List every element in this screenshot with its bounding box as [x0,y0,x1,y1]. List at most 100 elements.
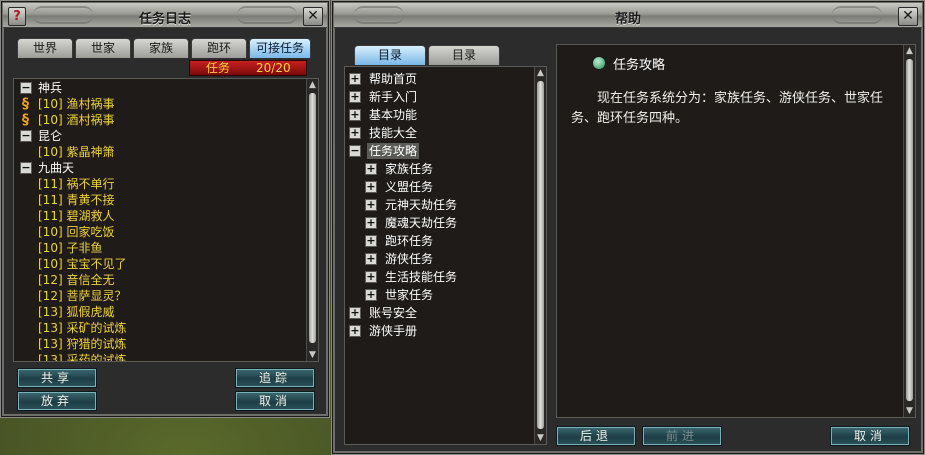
topic-bullet-icon [593,57,605,69]
quest-list: − 神兵 § [10] 渔村祸事 § [10] 酒村祸事 − 昆仑 [10] 紫晶神箫 − 九曲天[… [13,78,319,362]
quest-item[interactable]: [10] 宝宝不见了 [14,256,304,272]
quest-category[interactable]: − 九曲天 [14,160,304,176]
quest-category[interactable]: − 神兵 [14,80,304,96]
collapse-icon[interactable]: − [20,162,32,174]
help-window: 帮助 ✕ 目录 目录 + 帮助首页 + 新手入门 + 基本功能 + 技能大全 − 任务攻略 + 家族任… [331,0,925,455]
row-label: [13] 狐假虎威 [38,305,115,319]
quest-item[interactable]: [10] 回家吃饭 [14,224,304,240]
quest-item[interactable]: [11] 青黄不接 [14,192,304,208]
expand-icon[interactable]: + [349,109,361,121]
expand-icon[interactable]: + [349,325,361,337]
topic-label: 基本功能 [369,108,418,122]
expand-icon[interactable]: + [365,289,377,301]
abandon-button[interactable]: 放弃 [17,391,97,411]
quest-item[interactable]: [12] 菩萨显灵？ [14,288,304,304]
quest-category[interactable]: − 昆仑 [14,128,304,144]
scroll-down-icon[interactable]: ▼ [904,405,915,417]
expand-icon[interactable]: + [365,199,377,211]
tab-contents-alt[interactable]: 目录 [428,45,500,65]
help-topic[interactable]: − 任务攻略 [345,143,533,159]
task-log-close-icon[interactable]: ✕ [303,7,323,26]
quest-list-scrollbar[interactable]: ▲ ▼ [306,79,318,361]
help-subtopic[interactable]: + 义盟任务 [345,179,533,195]
expand-icon[interactable]: + [349,307,361,319]
topic-label: 世家任务 [385,288,434,302]
tab-world[interactable]: 世界 [17,38,73,58]
expand-icon[interactable]: + [365,253,377,265]
quest-item[interactable]: [13] 狩猎的试炼 [14,336,304,352]
forward-button[interactable]: 前进 [642,426,722,446]
scroll-down-icon[interactable]: ▼ [307,349,318,361]
tab-family[interactable]: 家族 [133,38,189,58]
help-topic[interactable]: + 账号安全 [345,305,533,321]
help-content-pane: 任务攻略 现在任务系统分为：家族任务、游侠任务、世家任务、跑环任务四种。 ▲ ▼ [556,44,916,418]
row-label: [13] 采药的试炼 [38,353,127,362]
tab-available-quests[interactable]: 可接任务 [249,38,311,58]
scroll-down-icon[interactable]: ▼ [535,432,546,444]
quest-item[interactable]: [13] 狐假虎威 [14,304,304,320]
scroll-thumb[interactable] [537,81,544,429]
topic-label: 新手入门 [369,90,418,104]
scroll-thumb[interactable] [309,93,316,343]
scroll-up-icon[interactable]: ▲ [307,79,318,91]
scroll-thumb[interactable] [906,59,913,401]
quest-item[interactable]: § [10] 酒村祸事 [14,112,304,128]
tab-ring[interactable]: 跑环 [191,38,247,58]
collapse-icon[interactable]: − [20,130,32,142]
content-scrollbar[interactable]: ▲ ▼ [903,45,915,417]
help-subtopic[interactable]: + 游侠任务 [345,251,533,267]
help-close-icon[interactable]: ✕ [898,7,918,26]
cancel-button[interactable]: 取消 [235,391,315,411]
expand-icon[interactable]: + [365,217,377,229]
tab-contents[interactable]: 目录 [354,45,426,65]
task-log-titlebar[interactable]: ? 任务日志 ✕ [3,3,327,28]
scroll-up-icon[interactable]: ▲ [535,67,546,79]
content-heading: 任务攻略 [613,58,666,73]
expand-icon[interactable]: + [349,91,361,103]
quest-counter-value: 20/20 [256,61,291,75]
quest-item[interactable]: [13] 采药的试炼 [14,352,304,362]
task-log-tabs: 世界 世家 家族 跑环 可接任务 [17,38,311,58]
topic-label: 家族任务 [385,162,434,176]
collapse-icon[interactable]: − [349,145,361,157]
tab-family-clan[interactable]: 世家 [75,38,131,58]
back-button[interactable]: 后退 [556,426,636,446]
help-subtopic[interactable]: + 生活技能任务 [345,269,533,285]
quest-counter-label: 任务 [206,61,231,75]
help-topic[interactable]: + 技能大全 [345,125,533,141]
help-topic[interactable]: + 基本功能 [345,107,533,123]
help-subtopic[interactable]: + 元神天劫任务 [345,197,533,213]
quest-item[interactable]: § [10] 渔村祸事 [14,96,304,112]
help-topic[interactable]: + 帮助首页 [345,71,533,87]
help-subtopic[interactable]: + 跑环任务 [345,233,533,249]
topic-tree-scrollbar[interactable]: ▲ ▼ [534,67,546,444]
topic-label: 帮助首页 [369,72,418,86]
row-label: [10] 回家吃饭 [38,225,115,239]
expand-icon[interactable]: + [365,181,377,193]
quest-item[interactable]: [13] 采矿的试炼 [14,320,304,336]
help-subtopic[interactable]: + 世家任务 [345,287,533,303]
quest-item[interactable]: [11] 碧湖救人 [14,208,304,224]
row-label: [10] 子非鱼 [38,241,103,255]
help-subtopic[interactable]: + 家族任务 [345,161,533,177]
help-topic[interactable]: + 新手入门 [345,89,533,105]
expand-icon[interactable]: + [349,73,361,85]
task-log-window: ? 任务日志 ✕ 世界 世家 家族 跑环 可接任务 任务 20/20 − 神兵 §[… [0,0,330,418]
collapse-icon[interactable]: − [20,82,32,94]
expand-icon[interactable]: + [349,127,361,139]
help-titlebar[interactable]: 帮助 ✕ [334,3,922,28]
quest-item[interactable]: [12] 音信全无 [14,272,304,288]
topic-label: 魔魂天劫任务 [385,216,458,230]
quest-item[interactable]: [10] 子非鱼 [14,240,304,256]
quest-item[interactable]: [10] 紫晶神箫 [14,144,304,160]
help-cancel-button[interactable]: 取消 [830,426,910,446]
help-topic[interactable]: + 游侠手册 [345,323,533,339]
help-subtopic[interactable]: + 魔魂天劫任务 [345,215,533,231]
expand-icon[interactable]: + [365,163,377,175]
share-button[interactable]: 共享 [17,368,97,388]
expand-icon[interactable]: + [365,235,377,247]
quest-item[interactable]: [11] 祸不单行 [14,176,304,192]
expand-icon[interactable]: + [365,271,377,283]
track-button[interactable]: 追踪 [235,368,315,388]
scroll-up-icon[interactable]: ▲ [904,45,915,57]
